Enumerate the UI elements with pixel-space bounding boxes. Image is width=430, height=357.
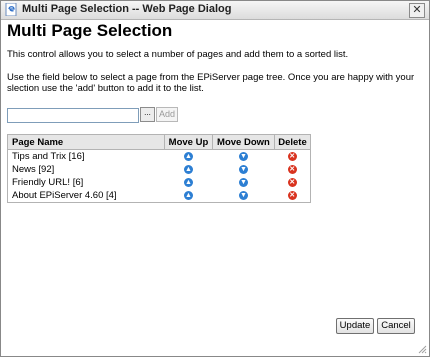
move-up-cell: ▲: [165, 163, 213, 176]
table-row: Friendly URL! [6] ▲ ▼ ✕: [8, 176, 311, 189]
arrow-down-circle-icon[interactable]: ▼: [238, 190, 248, 200]
delete-cell: ✕: [274, 189, 310, 203]
column-header-page-name: Page Name: [7, 134, 165, 150]
arrow-up-circle-icon[interactable]: ▲: [183, 177, 193, 187]
arrow-up-circle-icon[interactable]: ▲: [183, 164, 193, 174]
page-title: Multi Page Selection: [7, 21, 173, 40]
arrow-down-circle-icon[interactable]: ▼: [238, 177, 248, 187]
delete-cell: ✕: [274, 176, 310, 189]
intro-text: This control allows you to select a numb…: [7, 49, 349, 60]
delete-x-circle-icon[interactable]: ✕: [287, 151, 297, 161]
delete-cell: ✕: [274, 163, 310, 176]
delete-x-circle-icon[interactable]: ✕: [287, 164, 297, 174]
table-row: About EPiServer 4.60 [4] ▲ ▼ ✕: [8, 189, 311, 203]
page-picker-input[interactable]: [7, 108, 139, 123]
add-button[interactable]: Add: [156, 107, 178, 122]
move-down-cell: ▼: [212, 150, 274, 164]
title-bar: Multi Page Selection -- Web Page Dialog …: [1, 1, 429, 20]
close-button[interactable]: ✕: [409, 3, 425, 18]
column-header-move-down: Move Down: [211, 134, 275, 150]
ie-page-icon: [5, 3, 17, 16]
page-name-cell: News [92]: [12, 164, 55, 175]
window-title: Multi Page Selection -- Web Page Dialog: [22, 3, 232, 15]
delete-cell: ✕: [274, 150, 310, 164]
delete-x-circle-icon[interactable]: ✕: [287, 177, 297, 187]
instructions-text: Use the field below to select a page fro…: [7, 72, 415, 94]
resize-grip-icon[interactable]: [417, 344, 427, 354]
browse-button[interactable]: ...: [140, 107, 155, 122]
arrow-down-circle-icon[interactable]: ▼: [238, 164, 248, 174]
move-down-cell: ▼: [212, 176, 274, 189]
page-name-cell: About EPiServer 4.60 [4]: [12, 190, 117, 201]
table-row: News [92] ▲ ▼ ✕: [8, 163, 311, 176]
column-header-move-up: Move Up: [164, 134, 213, 150]
arrow-up-circle-icon[interactable]: ▲: [183, 151, 193, 161]
move-down-cell: ▼: [212, 163, 274, 176]
move-up-cell: ▲: [165, 176, 213, 189]
table-header-row: Page Name Move Up Move Down Delete: [7, 134, 312, 150]
move-up-cell: ▲: [165, 150, 213, 164]
table-row: Tips and Trix [16] ▲ ▼ ✕: [8, 150, 311, 164]
delete-x-circle-icon[interactable]: ✕: [287, 190, 297, 200]
page-name-cell: Tips and Trix [16]: [12, 151, 85, 162]
arrow-down-circle-icon[interactable]: ▼: [238, 151, 248, 161]
cancel-button[interactable]: Cancel: [377, 318, 415, 334]
arrow-up-circle-icon[interactable]: ▲: [183, 190, 193, 200]
update-button[interactable]: Update: [336, 318, 374, 334]
column-header-delete: Delete: [273, 134, 312, 150]
dialog-content: Multi Page Selection This control allows…: [1, 20, 429, 356]
dialog-window: Multi Page Selection -- Web Page Dialog …: [0, 0, 430, 357]
move-down-cell: ▼: [212, 189, 274, 203]
move-up-cell: ▲: [165, 189, 213, 203]
selected-pages-table: Page Name Move Up Move Down Delete Tips …: [7, 134, 312, 203]
page-name-cell: Friendly URL! [6]: [12, 177, 84, 188]
